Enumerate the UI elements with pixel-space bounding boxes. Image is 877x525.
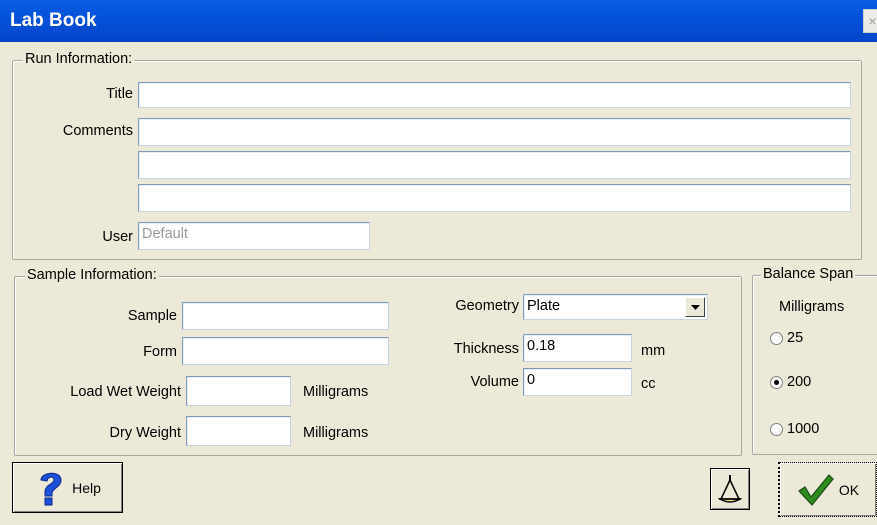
sample-information-legend: Sample Information: [25,267,159,283]
comments-input-line-3[interactable] [138,184,851,212]
help-button-label: Help [72,479,101,496]
help-button[interactable]: Help [12,462,123,513]
form-input[interactable] [182,337,389,365]
radio-button-selected-icon [770,375,783,389]
title-input[interactable] [138,82,851,108]
thickness-input[interactable]: 0.18 [523,334,632,362]
balance-button[interactable] [710,468,750,510]
run-information-legend: Run Information: [23,51,135,67]
geometry-dropdown-button[interactable] [685,297,705,317]
sample-label: Sample [127,308,177,324]
question-mark-icon [40,472,62,505]
volume-label: Volume [470,374,519,390]
ok-button-label: OK [838,481,860,498]
comments-label: Comments [62,123,133,139]
balance-span-legend: Balance Span [761,266,856,282]
checkmark-icon [797,473,834,506]
balance-radio-200[interactable]: 200 [770,374,811,390]
chevron-down-icon [690,304,700,310]
balance-radio-1000[interactable]: 1000 [770,421,819,437]
load-wet-weight-input[interactable] [186,376,291,406]
form-label: Form [143,344,177,360]
comments-input-line-2[interactable] [138,151,851,179]
volume-unit: cc [641,376,656,392]
close-icon: × [868,13,877,29]
balance-span-unit: Milligrams [779,299,845,315]
radio-button-icon [770,422,783,436]
title-bar: Lab Book [0,0,877,42]
thickness-unit: mm [641,343,666,359]
balance-radio-25[interactable]: 25 [770,330,803,346]
user-input: Default [138,222,370,250]
comments-input-line-1[interactable] [138,118,851,146]
geometry-select[interactable]: Plate [523,294,708,320]
dry-weight-label: Dry Weight [109,425,181,441]
close-button[interactable]: × [863,9,877,33]
geometry-label: Geometry [455,298,519,314]
geometry-selected-value: Plate [527,298,561,314]
dry-weight-unit: Milligrams [303,425,369,441]
ok-button[interactable]: OK [778,462,877,517]
balance-icon [718,475,742,503]
load-wet-weight-unit: Milligrams [303,384,369,400]
volume-input[interactable]: 0 [523,368,632,396]
balance-radio-1000-label: 1000 [787,421,820,437]
user-label: User [102,229,133,245]
sample-input[interactable] [182,302,389,330]
thickness-label: Thickness [453,341,519,357]
balance-radio-200-label: 200 [787,374,812,390]
title-label: Title [106,86,133,102]
window-title: Lab Book [10,10,97,31]
balance-radio-25-label: 25 [787,330,804,346]
load-wet-weight-label: Load Wet Weight [70,384,181,400]
radio-button-icon [770,331,783,345]
dry-weight-input[interactable] [186,416,291,446]
